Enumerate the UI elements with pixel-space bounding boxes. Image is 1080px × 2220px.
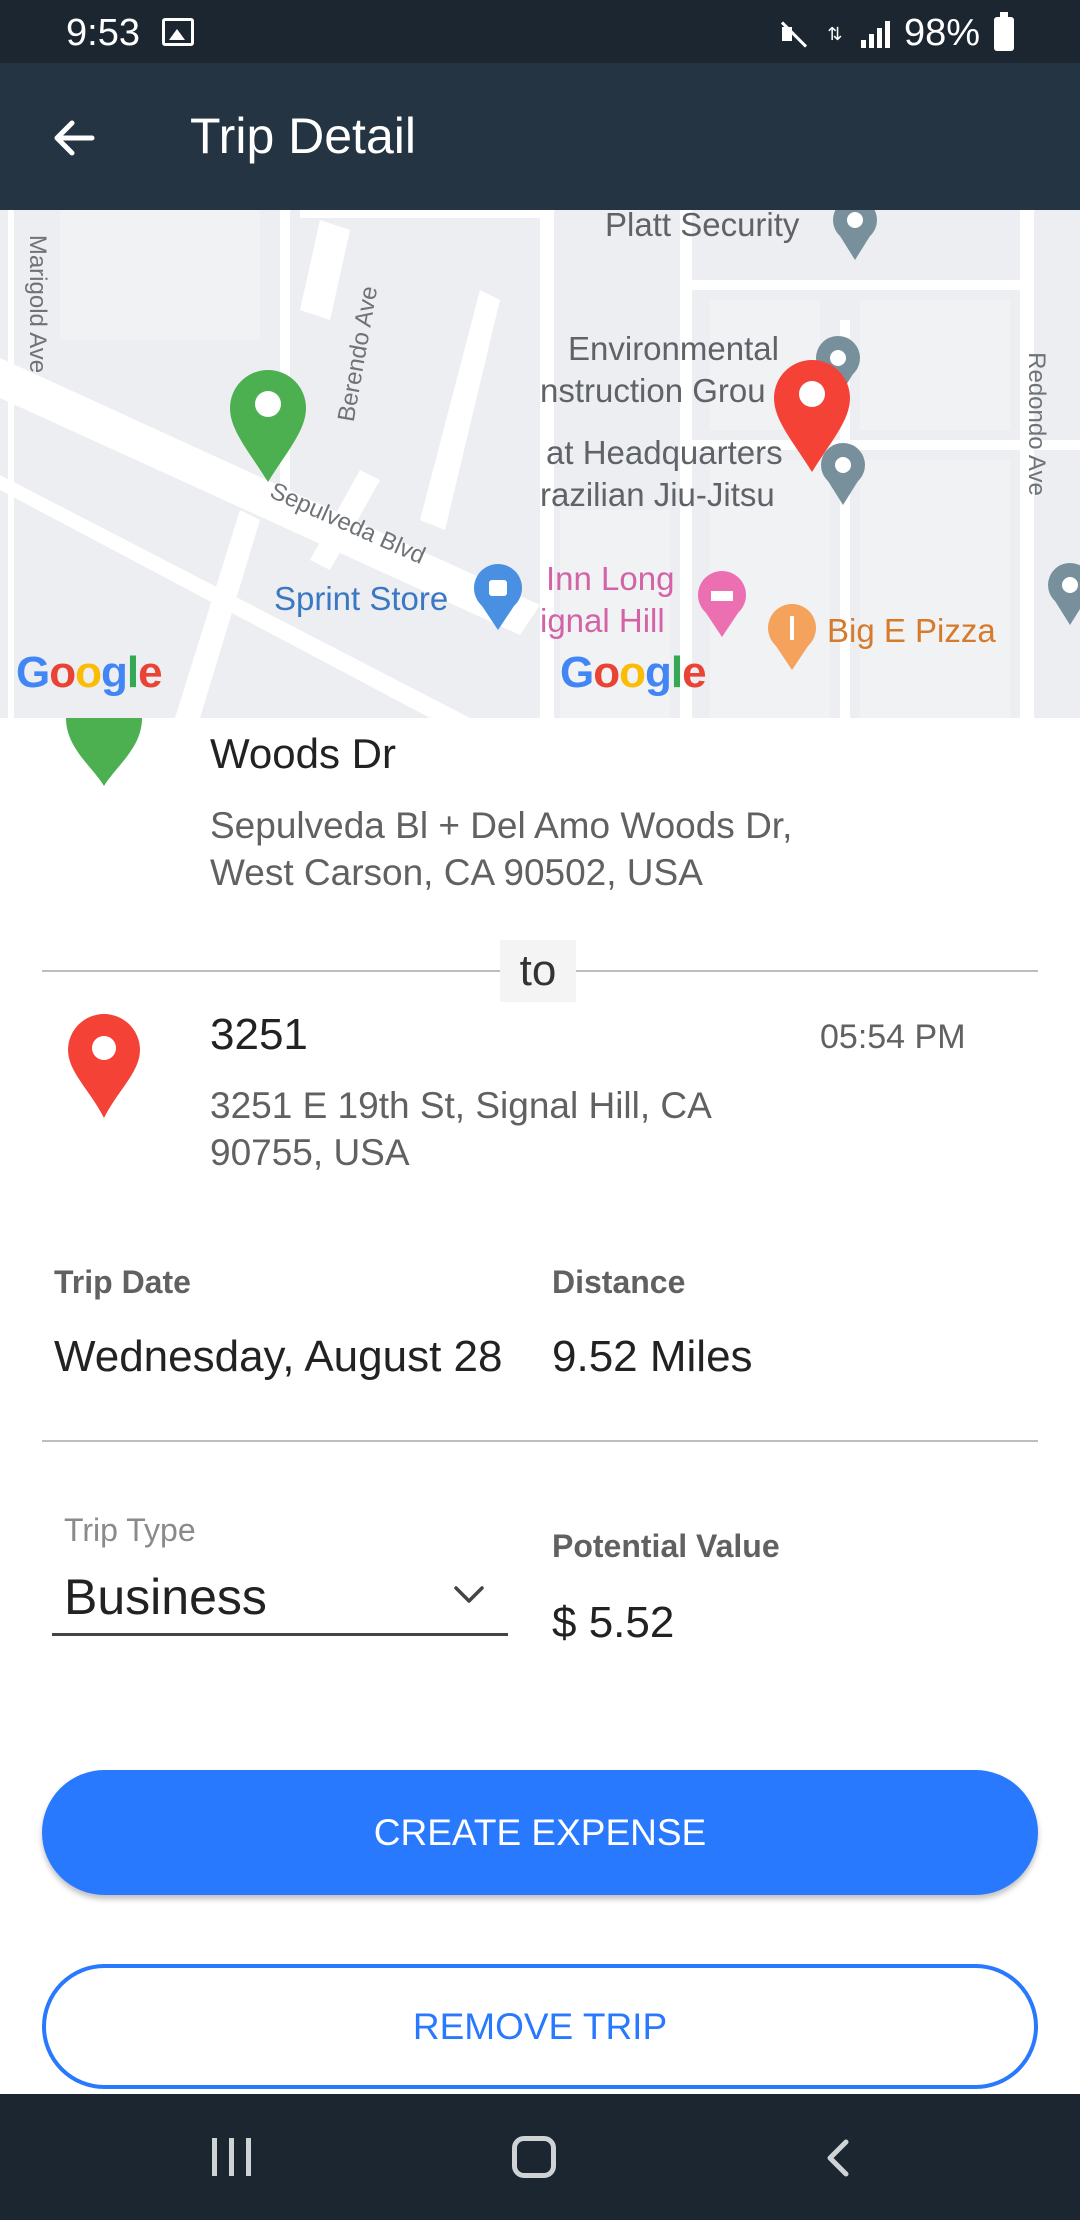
app-bar: Trip Detail bbox=[0, 63, 1080, 210]
destination-address: 3251 E 19th St, Signal Hill, CA 90755, U… bbox=[210, 1085, 710, 1173]
signal-icon bbox=[860, 20, 890, 48]
create-expense-button[interactable]: CREATE EXPENSE bbox=[42, 1770, 1038, 1895]
status-bar: 9:53 ⇅ 98% bbox=[0, 0, 1080, 63]
map-label-construction: nstruction Grou bbox=[540, 372, 766, 409]
home-icon[interactable] bbox=[512, 2136, 556, 2178]
google-logo-right: Google bbox=[560, 648, 707, 697]
distance-value: 9.52 Miles bbox=[552, 1332, 753, 1381]
origin-title: Woods Dr bbox=[210, 730, 396, 777]
map-street-marigold: Marigold Ave bbox=[24, 234, 52, 374]
recent-apps-icon[interactable] bbox=[212, 2138, 251, 2176]
route-to-label: to bbox=[500, 940, 576, 1002]
chevron-down-icon bbox=[454, 1586, 484, 1603]
trip-type-value: Business bbox=[64, 1569, 267, 1625]
map-label-inn-long: Inn Long bbox=[546, 560, 675, 597]
status-icons: ⇅ 98% bbox=[779, 11, 1014, 55]
status-time: 9:53 bbox=[66, 12, 140, 54]
map-view[interactable]: Platt Security Environmental nstruction … bbox=[0, 210, 1080, 718]
map-label-sprint-store: Sprint Store bbox=[274, 580, 449, 617]
nav-back-icon[interactable] bbox=[820, 2138, 860, 2178]
details-divider bbox=[42, 1440, 1038, 1442]
image-notification-icon bbox=[162, 18, 194, 46]
distance-label: Distance bbox=[552, 1264, 686, 1300]
map-label-jiu-jitsu: razilian Jiu-Jitsu bbox=[540, 476, 775, 513]
destination-time: 05:54 PM bbox=[820, 1018, 966, 1056]
origin-pin-icon bbox=[66, 718, 142, 786]
remove-trip-button[interactable]: REMOVE TRIP bbox=[42, 1964, 1038, 2089]
map-label-signal-hill: ignal Hill bbox=[540, 602, 665, 639]
trip-type-dropdown[interactable]: Business bbox=[52, 1560, 508, 1636]
battery-percent: 98% bbox=[903, 12, 980, 54]
map-label-platt-security: Platt Security bbox=[605, 210, 800, 243]
system-nav-bar bbox=[0, 2094, 1080, 2220]
mobile-data-icon: ⇅ bbox=[827, 23, 843, 44]
origin-address: Sepulveda Bl + Del Amo Woods Dr, West Ca… bbox=[210, 805, 793, 893]
potential-value-amount: $ 5.52 bbox=[552, 1598, 675, 1647]
page-title: Trip Detail bbox=[190, 108, 416, 164]
trip-type-label: Trip Type bbox=[64, 1512, 196, 1548]
map-label-headquarters: at Headquarters bbox=[546, 434, 783, 471]
trip-date-label: Trip Date bbox=[54, 1264, 191, 1300]
google-logo-left: Google bbox=[16, 648, 163, 697]
map-label-environmental: Environmental bbox=[568, 330, 779, 367]
map-label-big-e-pizza: Big E Pizza bbox=[827, 612, 996, 649]
destination-pin-icon bbox=[68, 1014, 140, 1118]
map-street-redondo: Redondo Ave bbox=[1022, 352, 1050, 496]
trip-date-value: Wednesday, August 28 bbox=[54, 1332, 503, 1381]
battery-icon bbox=[994, 11, 1014, 51]
mute-icon bbox=[779, 19, 809, 49]
destination-title: 3251 bbox=[210, 1010, 308, 1059]
back-arrow-icon[interactable] bbox=[48, 113, 98, 163]
potential-value-label: Potential Value bbox=[552, 1528, 780, 1564]
